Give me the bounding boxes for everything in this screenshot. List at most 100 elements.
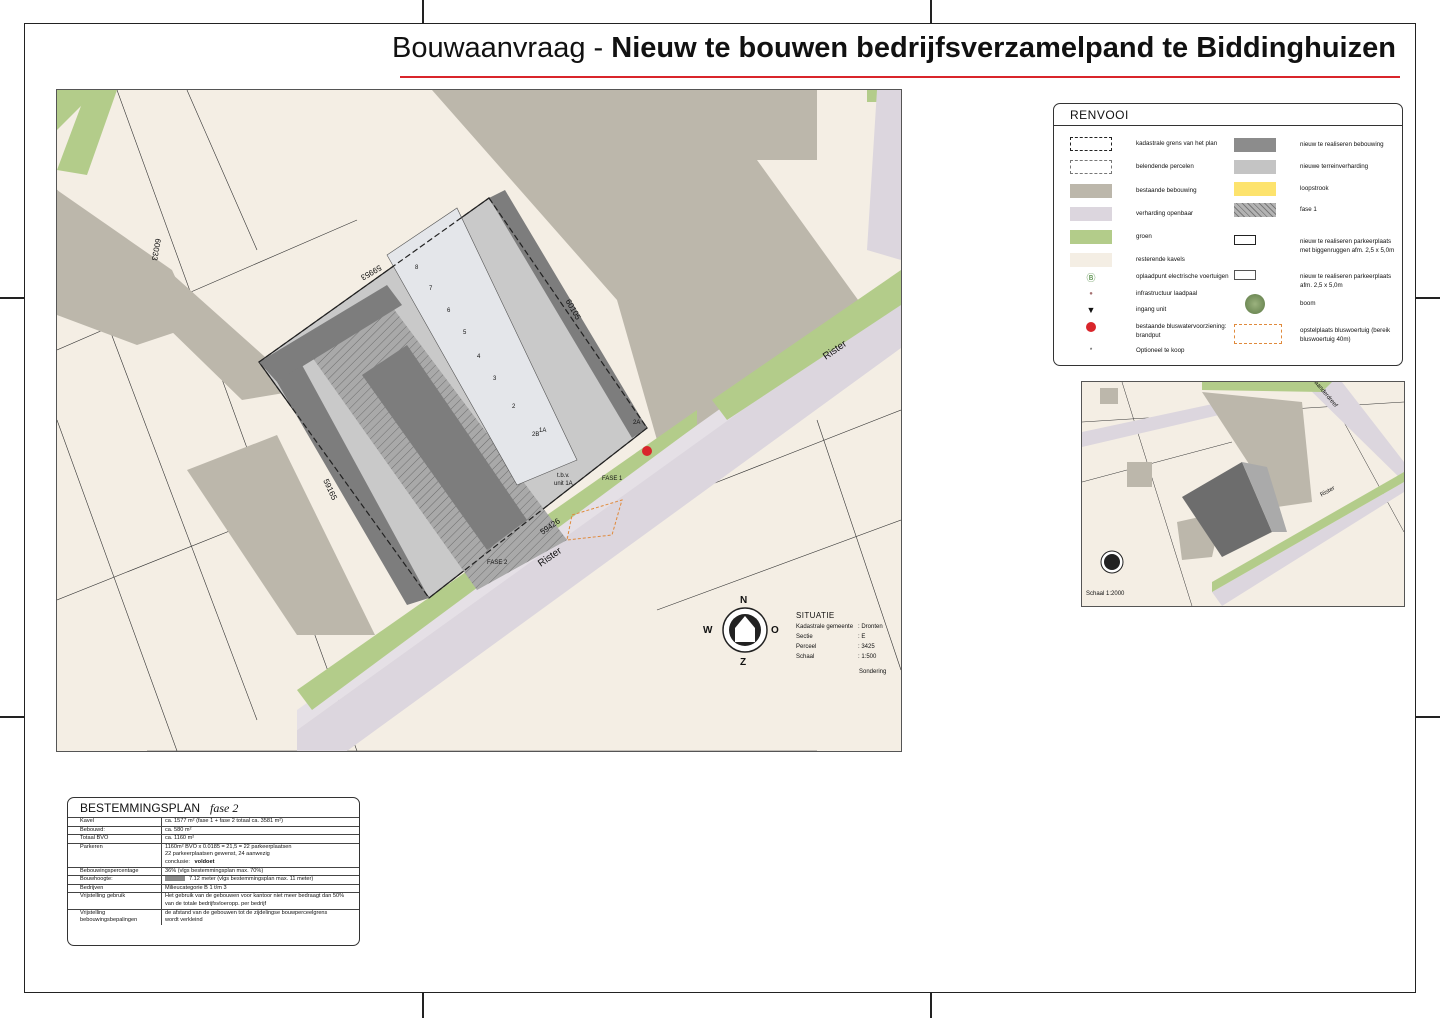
- bp-value-line: van de totale bedrijfsvloeropp. per bedr…: [165, 900, 267, 907]
- fire-area-icon: [1234, 324, 1282, 344]
- table-row: Bouwhoogte: 7.12 meter (vlgs bestemmingsp…: [68, 875, 359, 885]
- bestemmingsplan-heading: BESTEMMINGSPLAN fase 2: [80, 801, 238, 816]
- frame-tick: [930, 0, 932, 23]
- legend-label: groen: [1136, 233, 1152, 240]
- bp-key: Bedrijven: [68, 883, 162, 893]
- situatie-key: Perceel: [796, 644, 817, 650]
- table-row: Bebouwingspercentage 36% (vlgs bestemming…: [68, 866, 359, 876]
- side-road: [867, 90, 901, 260]
- dot-icon: ●: [1089, 291, 1093, 297]
- situatie-value: : 1:500: [858, 654, 877, 660]
- compass-north: N: [740, 595, 748, 606]
- situatie-value: : Dronten: [858, 624, 883, 630]
- inset-scale: Schaal 1:2000: [1086, 591, 1125, 597]
- situatie-block: SITUATIE Kadastrale gemeente : Dronten Se…: [796, 610, 883, 662]
- unit-note: t.b.v.: [557, 473, 570, 479]
- bp-key-line: Vrijstelling: [80, 909, 106, 916]
- legend-label: infrastructuur laadpaal: [1136, 290, 1198, 297]
- legend-label: nieuwe terreinverharding: [1300, 163, 1369, 170]
- bp-value-line: 1160m² BVO x 0.0185 = 21,5 = 22 parkeerp…: [165, 843, 292, 850]
- legend-label: bestaande bebouwing: [1136, 187, 1197, 194]
- triangle-icon: ▼: [1086, 305, 1096, 315]
- bp-key: Vrijstelling bebouwingsbepalingen: [68, 908, 162, 925]
- frame-tick: [422, 993, 424, 1018]
- table-row: Totaal BVO ca. 1160 m²: [68, 834, 359, 844]
- legend-swatch: [1234, 138, 1276, 152]
- parking-bold-icon: [1234, 235, 1256, 245]
- table-row: Vrijstelling bebouwingsbepalingen de afsta…: [68, 908, 359, 925]
- bp-value-line: Het gebruik van de gebouwen voor kantoor…: [165, 893, 345, 900]
- legend-label: oplaadpunt electrische voertuigen: [1136, 273, 1229, 280]
- table-row: Vrijstelling gebruik Het gebruik van de g…: [68, 892, 359, 910]
- legend-panel: RENVOOI kadastrale grens van het plan bel…: [1053, 103, 1403, 366]
- tree-icon: [1234, 294, 1276, 314]
- situatie-key: Kadastrale gemeente: [796, 624, 854, 630]
- unit-note: unit 1A: [554, 481, 573, 487]
- situatie-key: Sectie: [796, 634, 813, 640]
- unit-label: 5: [463, 330, 467, 336]
- unit-label: 2B: [532, 432, 540, 438]
- legend-swatch: [1070, 160, 1112, 174]
- bp-value: 7.12 meter (vlgs bestemmingsplan max. 11…: [161, 875, 359, 885]
- inset-map[interactable]: Rister Baanderdreef Schaal 1:2000: [1081, 381, 1405, 607]
- bp-value: 36% (vlgs bestemmingsplan max. 70%): [161, 866, 359, 876]
- legend-label: bestaande bluswatervoorziening: brandput: [1136, 323, 1227, 339]
- bp-key: Bouwhoogte:: [68, 875, 162, 885]
- site-map[interactable]: Rister Rister 60033 59953 59165 60105 59…: [56, 89, 902, 752]
- bp-value: ca. 1160 m²: [161, 834, 359, 844]
- sondering-label: Sondering: [859, 669, 887, 675]
- frame-tick: [930, 993, 932, 1018]
- legend-swatch: [1234, 182, 1276, 196]
- table-row: Bedrijven Milieucategorie B 1 t/m 3: [68, 883, 359, 893]
- legend-swatch: [1234, 160, 1276, 174]
- legend-label: boom: [1300, 300, 1316, 307]
- legend-swatch: [1070, 253, 1112, 267]
- frame-tick: [0, 716, 24, 718]
- legend-swatch: [1070, 230, 1112, 244]
- unit-label: 3: [493, 376, 497, 382]
- inset-map-drawing: [1082, 382, 1404, 606]
- bp-value-line: 7.12 meter (vlgs bestemmingsplan max. 11…: [189, 876, 314, 883]
- legend-label: Optioneel te koop: [1136, 347, 1185, 354]
- legend-label: nieuw te realiseren bebouwing: [1300, 141, 1384, 148]
- frame-tick: [422, 0, 424, 23]
- page-title: Bouwaanvraag - Nieuw te bouwen bedrijfsv…: [392, 32, 1402, 65]
- bp-value-line: conclusie:: [165, 858, 190, 865]
- frame-tick: [0, 297, 24, 299]
- legend-swatch: [1070, 137, 1112, 151]
- table-row: Kavel ca. 1577 m² (fase 1 + fase 2 totaal…: [68, 817, 359, 827]
- compass-rose: [722, 607, 768, 653]
- bp-value-line: wordt verkleind: [165, 917, 203, 924]
- charger-icon: Ⓑ: [1086, 272, 1096, 283]
- legend-label: ingang unit: [1136, 306, 1167, 313]
- table-row: Parkeren 1160m² BVO x 0.0185 = 21,5 = 22 …: [68, 842, 359, 868]
- situatie-value: : E: [858, 634, 866, 640]
- unit-label: 8: [415, 265, 419, 271]
- bp-key: Totaal BVO: [68, 834, 162, 844]
- legend-divider: [1054, 125, 1402, 126]
- bp-value: ca. 580 m²: [161, 825, 359, 835]
- bp-value-line: 22 parkeerplaatsen gewenst, 24 aanwezig: [165, 851, 270, 858]
- bp-value: Milieucategorie B 1 t/m 3: [161, 883, 359, 893]
- height-swatch: [165, 876, 185, 882]
- bp-conclusion: voldoet: [194, 858, 215, 865]
- legend-label: belendende percelen: [1136, 163, 1194, 170]
- bp-key: Bebouwingspercentage: [68, 866, 162, 876]
- parking-icon: [1234, 270, 1256, 280]
- legend-label: nieuw te realiseren parkeerplaats met bi…: [1300, 238, 1395, 254]
- unit-label: 2A: [633, 420, 641, 426]
- hydrant-icon: [1070, 320, 1112, 334]
- bp-value: ca. 1577 m² (fase 1 + fase 2 totaal ca. …: [161, 817, 359, 827]
- legend-label: opstelplaats bluswoertuig (bereik bluswo…: [1300, 327, 1391, 343]
- situatie-heading: SITUATIE: [796, 611, 835, 620]
- unit-label: 1A: [539, 428, 547, 434]
- unit-label: 7: [429, 286, 433, 292]
- legend-label: verharding openbaar: [1136, 210, 1194, 217]
- legend-heading: RENVOOI: [1070, 108, 1129, 122]
- existing-building: [57, 190, 197, 345]
- legend-label: kadastrale grens van het plan: [1136, 140, 1218, 147]
- compass-west: W: [703, 625, 713, 636]
- bp-key-line: bebouwingsbepalingen: [80, 917, 138, 924]
- bp-key: Bebouwd:: [68, 825, 162, 835]
- compass-south: Z: [740, 657, 747, 668]
